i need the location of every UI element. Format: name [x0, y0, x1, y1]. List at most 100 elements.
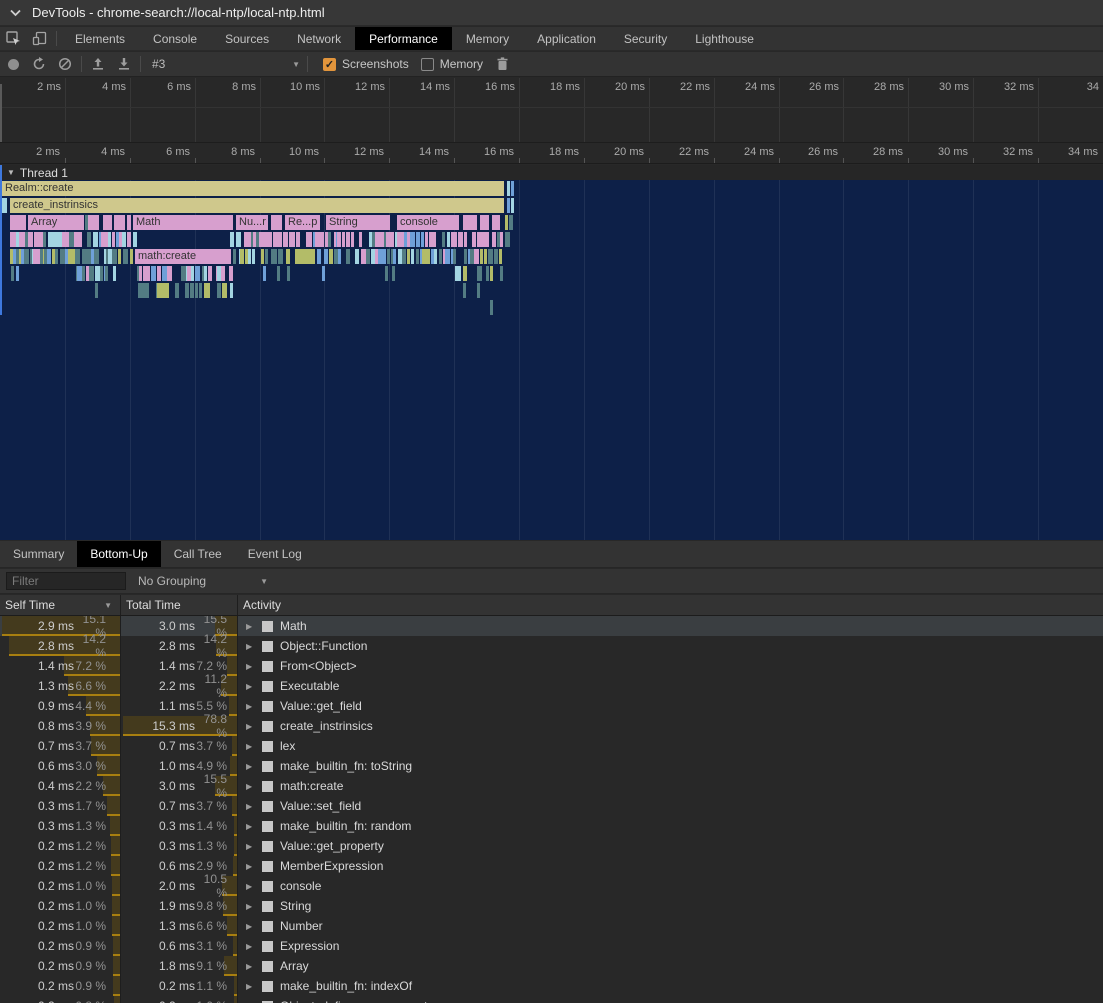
activity-cell[interactable]: ▶Executable	[238, 676, 1103, 696]
flame-bar[interactable]	[445, 249, 450, 264]
activity-cell[interactable]: ▶create_instrinsics	[238, 716, 1103, 736]
flame-bar[interactable]	[346, 249, 350, 264]
flame-bar[interactable]	[290, 232, 295, 247]
table-row[interactable]: 0.8 ms3.9 %15.3 ms78.8 %▶create_instrins…	[0, 716, 1103, 736]
activity-cell[interactable]: ▶Expression	[238, 936, 1103, 956]
flame-bar[interactable]	[500, 266, 503, 281]
flame-bar[interactable]	[488, 249, 493, 264]
flame-bar[interactable]	[11, 266, 14, 281]
tab-elements[interactable]: Elements	[61, 27, 139, 50]
flame-bar[interactable]	[230, 283, 233, 298]
table-row[interactable]: 0.3 ms1.3 %0.3 ms1.4 %▶make_builtin_fn: …	[0, 816, 1103, 836]
flame-bar[interactable]	[295, 249, 315, 264]
detail-tab-event-log[interactable]: Event Log	[235, 541, 315, 567]
tab-memory[interactable]: Memory	[452, 27, 523, 50]
flame-bar[interactable]	[490, 300, 493, 315]
disclosure-triangle-icon[interactable]: ▶	[246, 922, 258, 931]
flame-bar[interactable]	[319, 232, 324, 247]
thread-track-header[interactable]: ▼ Thread 1	[0, 165, 1103, 180]
table-row[interactable]: 1.4 ms7.2 %1.4 ms7.2 %▶From<Object>	[0, 656, 1103, 676]
flame-bar[interactable]	[10, 215, 26, 230]
activity-cell[interactable]: ▶console	[238, 876, 1103, 896]
flame-bar[interactable]	[230, 232, 234, 247]
checkbox-checked-icon[interactable]: ✓	[323, 58, 336, 71]
flame-bar[interactable]	[338, 249, 341, 264]
flame-bar[interactable]	[191, 266, 194, 281]
flame-bar[interactable]	[75, 249, 80, 264]
table-row[interactable]: 0.2 ms0.8 %0.2 ms1.0 %▶Object::define_ow…	[0, 996, 1103, 1003]
flame-bar[interactable]	[499, 249, 502, 264]
table-row[interactable]: 2.8 ms14.2 %2.8 ms14.2 %▶Object::Functio…	[0, 636, 1103, 656]
record-icon[interactable]	[0, 53, 26, 75]
disclosure-triangle-icon[interactable]: ▶	[246, 862, 258, 871]
flame-bar[interactable]	[484, 249, 487, 264]
flame-bar[interactable]	[407, 249, 410, 264]
disclosure-triangle-icon[interactable]: ▶	[246, 762, 258, 771]
flame-bar[interactable]	[118, 249, 121, 264]
flame-bar[interactable]	[199, 283, 202, 298]
flame-bar[interactable]	[507, 198, 510, 213]
flame-bar[interactable]	[464, 249, 467, 264]
flame-bar[interactable]	[283, 232, 288, 247]
flame-bar[interactable]	[263, 266, 266, 281]
overview-left-handle[interactable]	[0, 84, 2, 142]
flame-bar[interactable]	[271, 215, 282, 230]
flame-bar[interactable]	[351, 232, 354, 247]
tab-network[interactable]: Network	[283, 27, 355, 50]
flame-bar[interactable]	[505, 215, 508, 230]
flame-bar[interactable]	[127, 215, 131, 230]
disclosure-triangle-icon[interactable]: ▶	[246, 622, 258, 631]
flame-bar[interactable]	[381, 249, 386, 264]
flame-bar[interactable]	[217, 283, 221, 298]
activity-cell[interactable]: ▶make_builtin_fn: indexOf	[238, 976, 1103, 996]
flame-bar[interactable]	[204, 266, 207, 281]
flame-bar[interactable]	[139, 266, 142, 281]
flame-bar[interactable]	[286, 249, 290, 264]
flame-bar[interactable]	[207, 283, 210, 298]
flame-bar[interactable]	[425, 232, 428, 247]
flame-bar[interactable]	[208, 266, 212, 281]
flame-bar[interactable]	[317, 249, 321, 264]
flame-bar[interactable]	[511, 181, 514, 196]
flame-bar[interactable]	[261, 249, 264, 264]
disclosure-triangle-icon[interactable]: ▶	[246, 842, 258, 851]
disclosure-triangle-icon[interactable]: ▶	[246, 722, 258, 731]
flame-bar[interactable]	[486, 232, 489, 247]
table-row[interactable]: 0.2 ms1.2 %0.6 ms2.9 %▶MemberExpression	[0, 856, 1103, 876]
disclosure-triangle-icon[interactable]: ▶	[246, 882, 258, 891]
flame-bar[interactable]	[105, 266, 108, 281]
flame-bar[interactable]	[477, 283, 480, 298]
disclosure-triangle-icon[interactable]: ▶	[246, 962, 258, 971]
activity-cell[interactable]: ▶Value::set_field	[238, 796, 1103, 816]
flame-bar-nu-r[interactable]: Nu...r	[236, 215, 268, 230]
flame-bar[interactable]	[463, 283, 466, 298]
table-row[interactable]: 0.2 ms1.2 %0.3 ms1.3 %▶Value::get_proper…	[0, 836, 1103, 856]
flame-bar[interactable]	[509, 215, 513, 230]
flame-bar[interactable]	[402, 249, 406, 264]
flame-bar-console[interactable]: console	[397, 215, 459, 230]
table-row[interactable]: 0.9 ms4.4 %1.1 ms5.5 %▶Value::get_field	[0, 696, 1103, 716]
flame-bar[interactable]	[147, 266, 150, 281]
flame-bar[interactable]	[222, 283, 227, 298]
flame-bar[interactable]	[447, 232, 450, 247]
screenshots-checkbox[interactable]: ✓ Screenshots	[323, 57, 409, 71]
flame-bar[interactable]	[387, 249, 390, 264]
flame-bar[interactable]	[479, 266, 482, 281]
disclosure-triangle-icon[interactable]: ▶	[246, 682, 258, 691]
history-select[interactable]: #3 ▼	[152, 54, 304, 74]
flame-bar[interactable]	[133, 232, 137, 247]
flame-bar[interactable]	[145, 283, 149, 298]
filter-input[interactable]	[6, 572, 126, 590]
flame-bar[interactable]	[342, 232, 345, 247]
device-toolbar-icon[interactable]	[26, 27, 52, 50]
flame-bar[interactable]	[157, 283, 160, 298]
flame-bar[interactable]	[100, 266, 103, 281]
flame-bar[interactable]	[324, 249, 328, 264]
activity-cell[interactable]: ▶Math	[238, 616, 1103, 636]
activity-cell[interactable]: ▶Value::get_property	[238, 836, 1103, 856]
activity-cell[interactable]: ▶Number	[238, 916, 1103, 936]
flame-bar[interactable]	[454, 232, 457, 247]
trash-icon[interactable]	[489, 53, 515, 75]
activity-cell[interactable]: ▶String	[238, 896, 1103, 916]
flame-bar[interactable]	[43, 232, 46, 247]
